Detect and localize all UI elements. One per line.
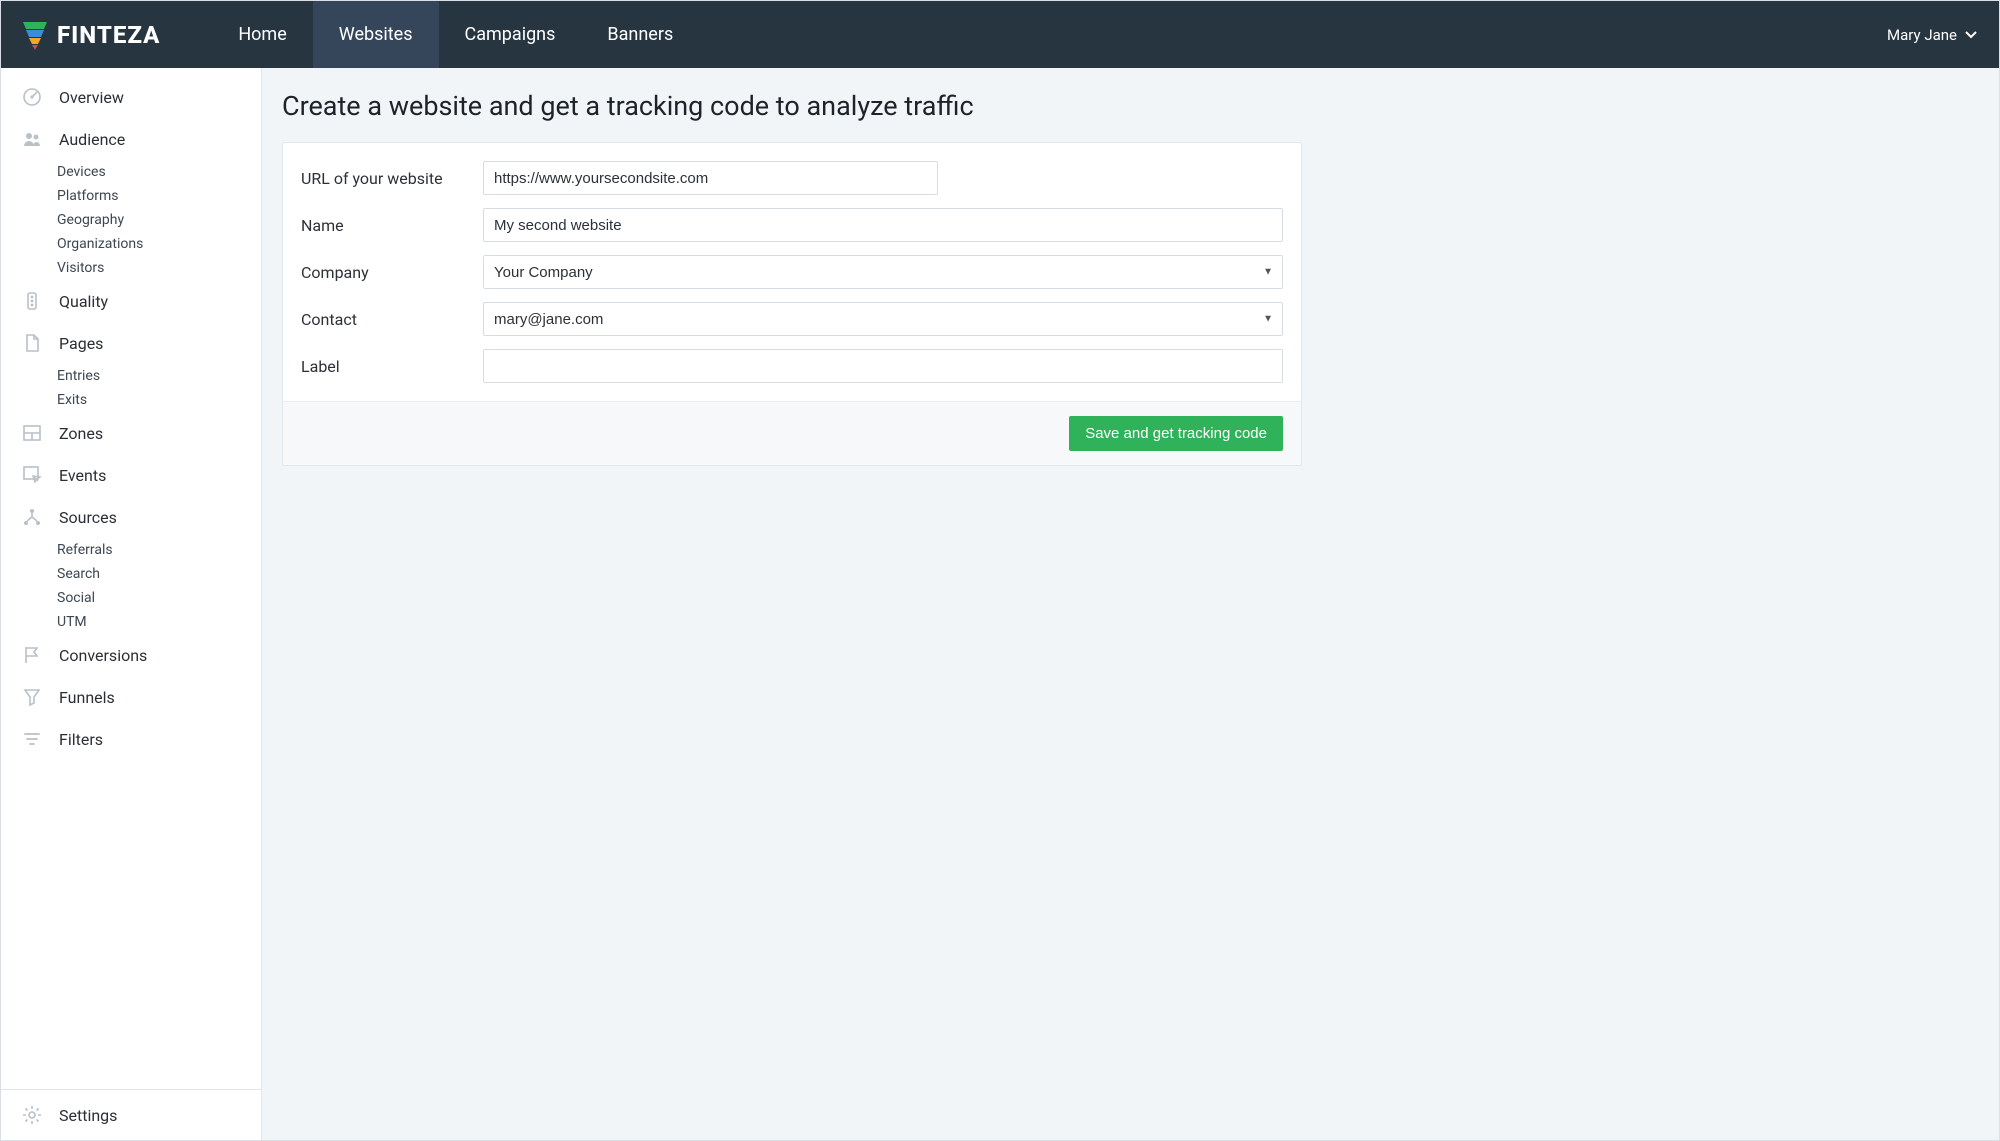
sidebar-sub-devices[interactable]: Devices [1,160,261,184]
gear-icon [21,1104,43,1126]
sidebar-item-label: Overview [59,88,124,107]
sidebar-item-overview[interactable]: Overview [1,76,261,118]
cursor-click-icon [21,464,43,486]
sidebar-item-events[interactable]: Events [1,454,261,496]
sidebar-sub-entries[interactable]: Entries [1,364,261,388]
logo-icon [21,20,49,50]
label-input[interactable] [483,349,1283,383]
brand-logo[interactable]: FINTEZA [1,20,182,50]
sidebar-item-label: Events [59,466,106,485]
sidebar-item-label: Quality [59,292,108,311]
sidebar-item-audience[interactable]: Audience [1,118,261,160]
sidebar-item-label: Pages [59,334,103,353]
url-label: URL of your website [301,169,483,188]
save-tracking-code-button[interactable]: Save and get tracking code [1069,416,1283,451]
nav-campaigns[interactable]: Campaigns [439,1,582,68]
nav-home[interactable]: Home [212,1,312,68]
file-icon [21,332,43,354]
form-row-label: Label [301,349,1283,383]
form-row-url: URL of your website [301,161,1283,195]
funnel-icon [21,686,43,708]
form-row-name: Name [301,208,1283,242]
sidebar-item-settings[interactable]: Settings [1,1090,261,1140]
sidebar-sub-search[interactable]: Search [1,562,261,586]
main-content: Create a website and get a tracking code… [262,68,1999,1140]
branches-icon [21,506,43,528]
name-label: Name [301,216,483,235]
name-input[interactable] [483,208,1283,242]
sidebar: Overview Audience Devices Platforms Geog… [1,68,262,1140]
company-select[interactable]: Your Company [483,255,1283,289]
sidebar-item-label: Zones [59,424,103,443]
sidebar-sub-geography[interactable]: Geography [1,208,261,232]
sidebar-item-label: Settings [59,1106,117,1125]
topbar: FINTEZA Home Websites Campaigns Banners … [1,1,1999,68]
users-icon [21,128,43,150]
layout-icon [21,422,43,444]
sidebar-item-label: Audience [59,130,125,149]
sidebar-item-filters[interactable]: Filters [1,718,261,760]
sidebar-item-funnels[interactable]: Funnels [1,676,261,718]
sidebar-item-pages[interactable]: Pages [1,322,261,364]
contact-select[interactable]: mary@jane.com [483,302,1283,336]
sidebar-sub-organizations[interactable]: Organizations [1,232,261,256]
nav-banners[interactable]: Banners [581,1,699,68]
sidebar-item-label: Sources [59,508,117,527]
label-field-label: Label [301,357,483,376]
sidebar-item-conversions[interactable]: Conversions [1,634,261,676]
user-display-name: Mary Jane [1887,26,1957,44]
traffic-light-icon [21,290,43,312]
sidebar-sub-visitors[interactable]: Visitors [1,256,261,280]
sidebar-sub-exits[interactable]: Exits [1,388,261,412]
sidebar-sub-social[interactable]: Social [1,586,261,610]
sidebar-item-zones[interactable]: Zones [1,412,261,454]
top-navigation: Home Websites Campaigns Banners [212,1,699,68]
create-website-card: URL of your website Name Company Your Co… [282,142,1302,466]
url-input[interactable] [483,161,938,195]
sidebar-item-quality[interactable]: Quality [1,280,261,322]
page-title: Create a website and get a tracking code… [282,90,1979,122]
sidebar-sub-referrals[interactable]: Referrals [1,538,261,562]
sidebar-item-label: Filters [59,730,103,749]
company-label: Company [301,263,483,282]
sidebar-sub-platforms[interactable]: Platforms [1,184,261,208]
sidebar-sub-utm[interactable]: UTM [1,610,261,634]
chevron-down-icon [1965,31,1977,39]
form-row-company: Company Your Company ▼ [301,255,1283,289]
brand-name: FINTEZA [57,21,160,49]
filter-lines-icon [21,728,43,750]
sidebar-item-sources[interactable]: Sources [1,496,261,538]
nav-websites[interactable]: Websites [313,1,439,68]
sidebar-item-label: Conversions [59,646,147,665]
form-row-contact: Contact mary@jane.com ▼ [301,302,1283,336]
gauge-icon [21,86,43,108]
sidebar-item-label: Funnels [59,688,115,707]
user-menu[interactable]: Mary Jane [1865,26,1999,44]
contact-label: Contact [301,310,483,329]
flag-icon [21,644,43,666]
